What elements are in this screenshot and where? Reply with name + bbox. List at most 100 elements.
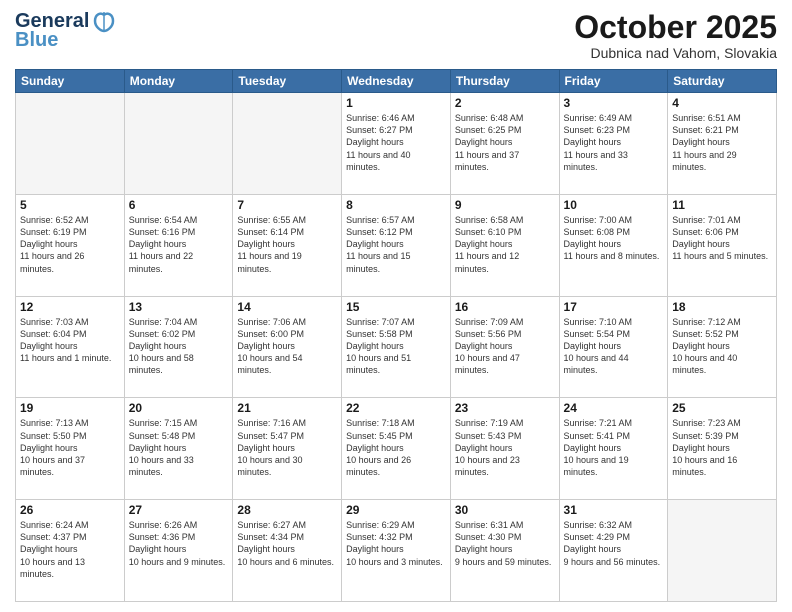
table-row: 12 Sunrise: 7:03 AMSunset: 6:04 PMDayligh…	[16, 296, 125, 398]
cell-content: Sunrise: 7:12 AMSunset: 5:52 PMDaylight …	[672, 316, 772, 377]
calendar-week-1: 5 Sunrise: 6:52 AMSunset: 6:19 PMDaylight…	[16, 194, 777, 296]
table-row: 16 Sunrise: 7:09 AMSunset: 5:56 PMDayligh…	[450, 296, 559, 398]
table-row: 14 Sunrise: 7:06 AMSunset: 6:00 PMDayligh…	[233, 296, 342, 398]
cell-content: Sunrise: 7:21 AMSunset: 5:41 PMDaylight …	[564, 417, 664, 478]
table-row: 7Sunrise: 6:55 AMSunset: 6:14 PMDaylight…	[233, 194, 342, 296]
table-row: 20Sunrise: 7:15 AMSunset: 5:48 PMDayligh…	[124, 398, 233, 500]
cell-content: Sunrise: 7:09 AMSunset: 5:56 PMDaylight …	[455, 316, 555, 377]
header-thursday: Thursday	[450, 70, 559, 93]
table-row: 17Sunrise: 7:10 AMSunset: 5:54 PMDayligh…	[559, 296, 668, 398]
cell-content: Sunrise: 6:48 AMSunset: 6:25 PMDaylight …	[455, 112, 555, 173]
day-number: 5	[20, 198, 120, 212]
calendar-week-3: 19 Sunrise: 7:13 AMSunset: 5:50 PMDayligh…	[16, 398, 777, 500]
table-row: 2Sunrise: 6:48 AMSunset: 6:25 PMDaylight…	[450, 93, 559, 195]
day-number: 4	[672, 96, 772, 110]
day-number: 31	[564, 503, 664, 517]
page: General Blue October 2025 Dubnica nad Va…	[0, 0, 792, 612]
day-number: 30	[455, 503, 555, 517]
location: Dubnica nad Vahom, Slovakia	[574, 45, 777, 61]
cell-content: Sunrise: 6:29 AMSunset: 4:32 PMDaylight …	[346, 519, 446, 568]
logo-icon	[93, 11, 115, 33]
day-number: 7	[237, 198, 337, 212]
table-row	[16, 93, 125, 195]
cell-content: Sunrise: 7:15 AMSunset: 5:48 PMDaylight …	[129, 417, 229, 478]
cell-content: Sunrise: 6:46 AMSunset: 6:27 PMDaylight …	[346, 112, 446, 173]
day-number: 28	[237, 503, 337, 517]
cell-content: Sunrise: 6:54 AMSunset: 6:16 PMDaylight …	[129, 214, 229, 275]
cell-content: Sunrise: 7:01 AMSunset: 6:06 PMDaylight …	[672, 214, 772, 263]
logo: General Blue	[15, 10, 115, 52]
table-row: 11 Sunrise: 7:01 AMSunset: 6:06 PMDayligh…	[668, 194, 777, 296]
header-friday: Friday	[559, 70, 668, 93]
header-sunday: Sunday	[16, 70, 125, 93]
cell-content: Sunrise: 6:49 AMSunset: 6:23 PMDaylight …	[564, 112, 664, 173]
cell-content: Sunrise: 7:19 AMSunset: 5:43 PMDaylight …	[455, 417, 555, 478]
title-block: October 2025 Dubnica nad Vahom, Slovakia	[574, 10, 777, 61]
day-number: 21	[237, 401, 337, 415]
table-row: 26 Sunrise: 6:24 AMSunset: 4:37 PMDayligh…	[16, 500, 125, 602]
table-row: 18 Sunrise: 7:12 AMSunset: 5:52 PMDayligh…	[668, 296, 777, 398]
day-number: 25	[672, 401, 772, 415]
table-row: 8Sunrise: 6:57 AMSunset: 6:12 PMDaylight…	[342, 194, 451, 296]
day-number: 16	[455, 300, 555, 314]
logo-blue-text: Blue	[15, 29, 58, 52]
table-row: 29Sunrise: 6:29 AMSunset: 4:32 PMDayligh…	[342, 500, 451, 602]
table-row: 13 Sunrise: 7:04 AMSunset: 6:02 PMDayligh…	[124, 296, 233, 398]
table-row: 5 Sunrise: 6:52 AMSunset: 6:19 PMDaylight…	[16, 194, 125, 296]
day-number: 14	[237, 300, 337, 314]
cell-content: Sunrise: 7:07 AMSunset: 5:58 PMDaylight …	[346, 316, 446, 377]
table-row: 31 Sunrise: 6:32 AMSunset: 4:29 PMDayligh…	[559, 500, 668, 602]
header-wednesday: Wednesday	[342, 70, 451, 93]
table-row: 4 Sunrise: 6:51 AMSunset: 6:21 PMDaylight…	[668, 93, 777, 195]
day-number: 26	[20, 503, 120, 517]
month-title: October 2025	[574, 10, 777, 45]
day-number: 24	[564, 401, 664, 415]
day-number: 13	[129, 300, 229, 314]
table-row: 10 Sunrise: 7:00 AMSunset: 6:08 PMDayligh…	[559, 194, 668, 296]
table-row	[233, 93, 342, 195]
cell-content: Sunrise: 7:10 AMSunset: 5:54 PMDaylight …	[564, 316, 664, 377]
day-number: 27	[129, 503, 229, 517]
cell-content: Sunrise: 7:00 AMSunset: 6:08 PMDaylight …	[564, 214, 664, 263]
table-row: 25 Sunrise: 7:23 AMSunset: 5:39 PMDayligh…	[668, 398, 777, 500]
day-number: 3	[564, 96, 664, 110]
table-row: 15 Sunrise: 7:07 AMSunset: 5:58 PMDayligh…	[342, 296, 451, 398]
table-row: 1 Sunrise: 6:46 AMSunset: 6:27 PMDaylight…	[342, 93, 451, 195]
table-row	[124, 93, 233, 195]
day-number: 12	[20, 300, 120, 314]
header-tuesday: Tuesday	[233, 70, 342, 93]
cell-content: Sunrise: 6:58 AMSunset: 6:10 PMDaylight …	[455, 214, 555, 275]
cell-content: Sunrise: 7:13 AMSunset: 5:50 PMDaylight …	[20, 417, 120, 478]
day-number: 19	[20, 401, 120, 415]
cell-content: Sunrise: 7:23 AMSunset: 5:39 PMDaylight …	[672, 417, 772, 478]
table-row: 6 Sunrise: 6:54 AMSunset: 6:16 PMDaylight…	[124, 194, 233, 296]
table-row: 23 Sunrise: 7:19 AMSunset: 5:43 PMDayligh…	[450, 398, 559, 500]
table-row	[668, 500, 777, 602]
table-row: 21 Sunrise: 7:16 AMSunset: 5:47 PMDayligh…	[233, 398, 342, 500]
cell-content: Sunrise: 6:24 AMSunset: 4:37 PMDaylight …	[20, 519, 120, 580]
table-row: 19 Sunrise: 7:13 AMSunset: 5:50 PMDayligh…	[16, 398, 125, 500]
cell-content: Sunrise: 6:26 AMSunset: 4:36 PMDaylight …	[129, 519, 229, 568]
cell-content: Sunrise: 7:04 AMSunset: 6:02 PMDaylight …	[129, 316, 229, 377]
table-row: 22Sunrise: 7:18 AMSunset: 5:45 PMDayligh…	[342, 398, 451, 500]
cell-content: Sunrise: 7:03 AMSunset: 6:04 PMDaylight …	[20, 316, 120, 365]
header-saturday: Saturday	[668, 70, 777, 93]
cell-content: Sunrise: 7:16 AMSunset: 5:47 PMDaylight …	[237, 417, 337, 478]
day-number: 10	[564, 198, 664, 212]
cell-content: Sunrise: 6:52 AMSunset: 6:19 PMDaylight …	[20, 214, 120, 275]
cell-content: Sunrise: 7:18 AMSunset: 5:45 PMDaylight …	[346, 417, 446, 478]
cell-content: Sunrise: 6:51 AMSunset: 6:21 PMDaylight …	[672, 112, 772, 173]
cell-content: Sunrise: 6:32 AMSunset: 4:29 PMDaylight …	[564, 519, 664, 568]
day-number: 1	[346, 96, 446, 110]
day-number: 6	[129, 198, 229, 212]
day-number: 23	[455, 401, 555, 415]
calendar-week-2: 12 Sunrise: 7:03 AMSunset: 6:04 PMDayligh…	[16, 296, 777, 398]
day-number: 15	[346, 300, 446, 314]
day-number: 11	[672, 198, 772, 212]
table-row: 9Sunrise: 6:58 AMSunset: 6:10 PMDaylight…	[450, 194, 559, 296]
day-number: 18	[672, 300, 772, 314]
table-row: 30Sunrise: 6:31 AMSunset: 4:30 PMDayligh…	[450, 500, 559, 602]
cell-content: Sunrise: 7:06 AMSunset: 6:00 PMDaylight …	[237, 316, 337, 377]
calendar-week-0: 1 Sunrise: 6:46 AMSunset: 6:27 PMDaylight…	[16, 93, 777, 195]
cell-content: Sunrise: 6:27 AMSunset: 4:34 PMDaylight …	[237, 519, 337, 568]
